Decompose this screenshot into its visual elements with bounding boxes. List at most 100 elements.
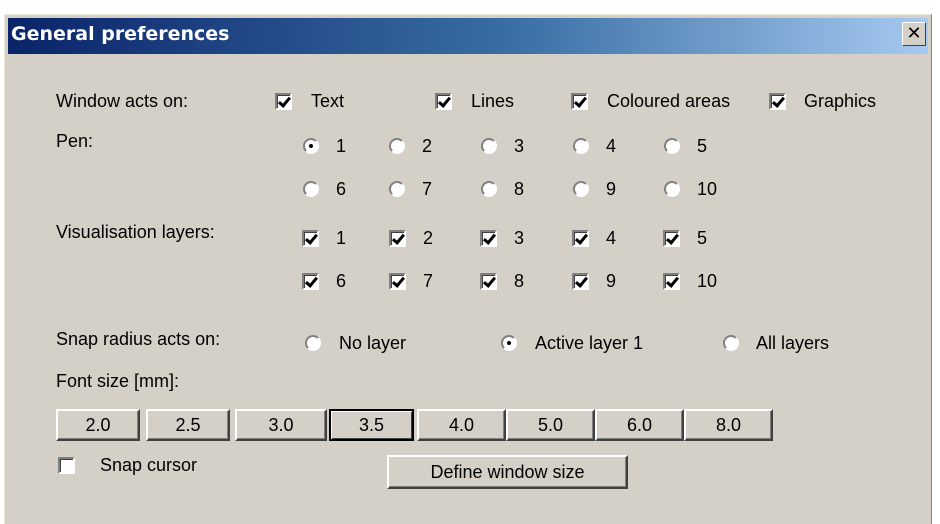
checkbox-box[interactable] xyxy=(302,272,319,290)
pen-radio-4[interactable]: 4 xyxy=(573,135,616,157)
window-acts-on-coloured-areas-checkbox[interactable]: Coloured areas xyxy=(571,90,730,112)
pen-radio-8[interactable]: 8 xyxy=(481,178,524,200)
checkbox-box[interactable] xyxy=(389,272,406,290)
radio-label: 8 xyxy=(514,179,525,199)
checkbox-label: 2 xyxy=(423,228,434,248)
font-size-6-0-button[interactable]: 6.0 xyxy=(595,409,684,441)
window-acts-on-text-checkbox[interactable]: Text xyxy=(275,90,344,112)
radio-circle[interactable] xyxy=(389,138,405,154)
define-window-size-button[interactable]: Define window size xyxy=(387,455,628,489)
checkbox-box[interactable] xyxy=(663,229,680,247)
font-size-8-0-button[interactable]: 8.0 xyxy=(684,409,773,441)
checkbox-box[interactable] xyxy=(480,229,497,247)
checkbox-box[interactable] xyxy=(572,229,589,247)
layer-checkbox-5[interactable]: 5 xyxy=(663,227,707,249)
radio-circle[interactable] xyxy=(723,335,739,351)
layer-checkbox-8[interactable]: 8 xyxy=(480,270,524,292)
pen-radio-3[interactable]: 3 xyxy=(481,135,524,157)
checkbox-label: 1 xyxy=(336,228,347,248)
font-size-3-0-button[interactable]: 3.0 xyxy=(235,409,327,441)
radio-circle[interactable] xyxy=(501,335,517,351)
radio-circle[interactable] xyxy=(303,138,319,154)
layer-checkbox-6[interactable]: 6 xyxy=(302,270,346,292)
layer-checkbox-7[interactable]: 7 xyxy=(389,270,433,292)
font-size-label: Font size [mm]: xyxy=(56,371,180,391)
font-size-2-0-button[interactable]: 2.0 xyxy=(56,409,140,441)
checkbox-box[interactable] xyxy=(571,92,588,110)
checkbox-label: 8 xyxy=(514,271,525,291)
checkbox-box[interactable] xyxy=(572,272,589,290)
pen-label: Pen: xyxy=(56,131,94,151)
radio-label: 5 xyxy=(697,136,708,156)
radio-label: 7 xyxy=(422,179,433,199)
checkbox-label: 6 xyxy=(336,271,347,291)
radio-label: 10 xyxy=(697,179,718,199)
checkbox-label: Text xyxy=(311,91,345,111)
radio-circle[interactable] xyxy=(481,181,497,197)
pen-radio-1[interactable]: 1 xyxy=(303,135,346,157)
snap-cursor-checkbox[interactable]: Snap cursor xyxy=(58,454,197,476)
layer-checkbox-3[interactable]: 3 xyxy=(480,227,524,249)
layer-checkbox-10[interactable]: 10 xyxy=(663,270,717,292)
radio-circle[interactable] xyxy=(481,138,497,154)
checkbox-label: 7 xyxy=(423,271,434,291)
general-preferences-dialog: General preferences ✕ Window acts on: Te… xyxy=(4,14,932,524)
pen-radio-6[interactable]: 6 xyxy=(303,178,346,200)
close-button[interactable]: ✕ xyxy=(902,22,926,46)
checkbox-label: 5 xyxy=(697,228,708,248)
font-size-2-5-button[interactable]: 2.5 xyxy=(146,409,230,441)
radio-label: No layer xyxy=(339,333,407,353)
window-acts-on-lines-checkbox[interactable]: Lines xyxy=(435,90,514,112)
snap-radius-no-layer-radio[interactable]: No layer xyxy=(305,332,406,354)
checkbox-box[interactable] xyxy=(480,272,497,290)
checkbox-label: Lines xyxy=(471,91,515,111)
checkbox-label: Snap cursor xyxy=(100,455,198,475)
radio-label: 2 xyxy=(422,136,433,156)
snap-radius-label: Snap radius acts on: xyxy=(56,329,221,349)
font-size-3-5-button[interactable]: 3.5 xyxy=(329,409,414,441)
snap-radius-all-layers-radio[interactable]: All layers xyxy=(723,332,829,354)
checkbox-box[interactable] xyxy=(435,92,452,110)
font-size-5-0-button[interactable]: 5.0 xyxy=(506,409,595,441)
radio-label: 6 xyxy=(336,179,347,199)
checkbox-box[interactable] xyxy=(769,92,786,110)
pen-radio-5[interactable]: 5 xyxy=(664,135,707,157)
checkbox-label: 9 xyxy=(606,271,617,291)
layer-checkbox-2[interactable]: 2 xyxy=(389,227,433,249)
font-size-4-0-button[interactable]: 4.0 xyxy=(417,409,506,441)
checkbox-box[interactable] xyxy=(275,92,292,110)
snap-radius-active-layer-radio[interactable]: Active layer 1 xyxy=(501,332,643,354)
pen-radio-2[interactable]: 2 xyxy=(389,135,432,157)
radio-label: 4 xyxy=(606,136,617,156)
radio-circle[interactable] xyxy=(664,181,680,197)
radio-label: 1 xyxy=(336,136,347,156)
layer-checkbox-4[interactable]: 4 xyxy=(572,227,616,249)
checkbox-box[interactable] xyxy=(389,229,406,247)
checkbox-box[interactable] xyxy=(58,456,75,474)
checkbox-box[interactable] xyxy=(663,272,680,290)
window-acts-on-graphics-checkbox[interactable]: Graphics xyxy=(769,90,876,112)
radio-circle[interactable] xyxy=(389,181,405,197)
pen-radio-7[interactable]: 7 xyxy=(389,178,432,200)
layer-checkbox-1[interactable]: 1 xyxy=(302,227,346,249)
layer-checkbox-9[interactable]: 9 xyxy=(572,270,616,292)
pen-radio-10[interactable]: 10 xyxy=(664,178,717,200)
checkbox-label: 3 xyxy=(514,228,525,248)
visualisation-layers-label: Visualisation layers: xyxy=(56,222,215,242)
pen-radio-9[interactable]: 9 xyxy=(573,178,616,200)
radio-circle[interactable] xyxy=(303,181,319,197)
checkbox-label: 10 xyxy=(697,271,718,291)
checkbox-box[interactable] xyxy=(302,229,319,247)
radio-circle[interactable] xyxy=(573,138,589,154)
checkbox-label: 4 xyxy=(606,228,617,248)
radio-label: All layers xyxy=(756,333,830,353)
window-title: General preferences xyxy=(11,23,230,45)
radio-circle[interactable] xyxy=(664,138,680,154)
title-bar[interactable]: General preferences ✕ xyxy=(8,18,928,54)
radio-label: 9 xyxy=(606,179,617,199)
radio-circle[interactable] xyxy=(573,181,589,197)
checkbox-label: Coloured areas xyxy=(607,91,731,111)
radio-circle[interactable] xyxy=(305,335,321,351)
checkbox-label: Graphics xyxy=(804,91,877,111)
window-acts-on-label: Window acts on: xyxy=(56,91,189,111)
